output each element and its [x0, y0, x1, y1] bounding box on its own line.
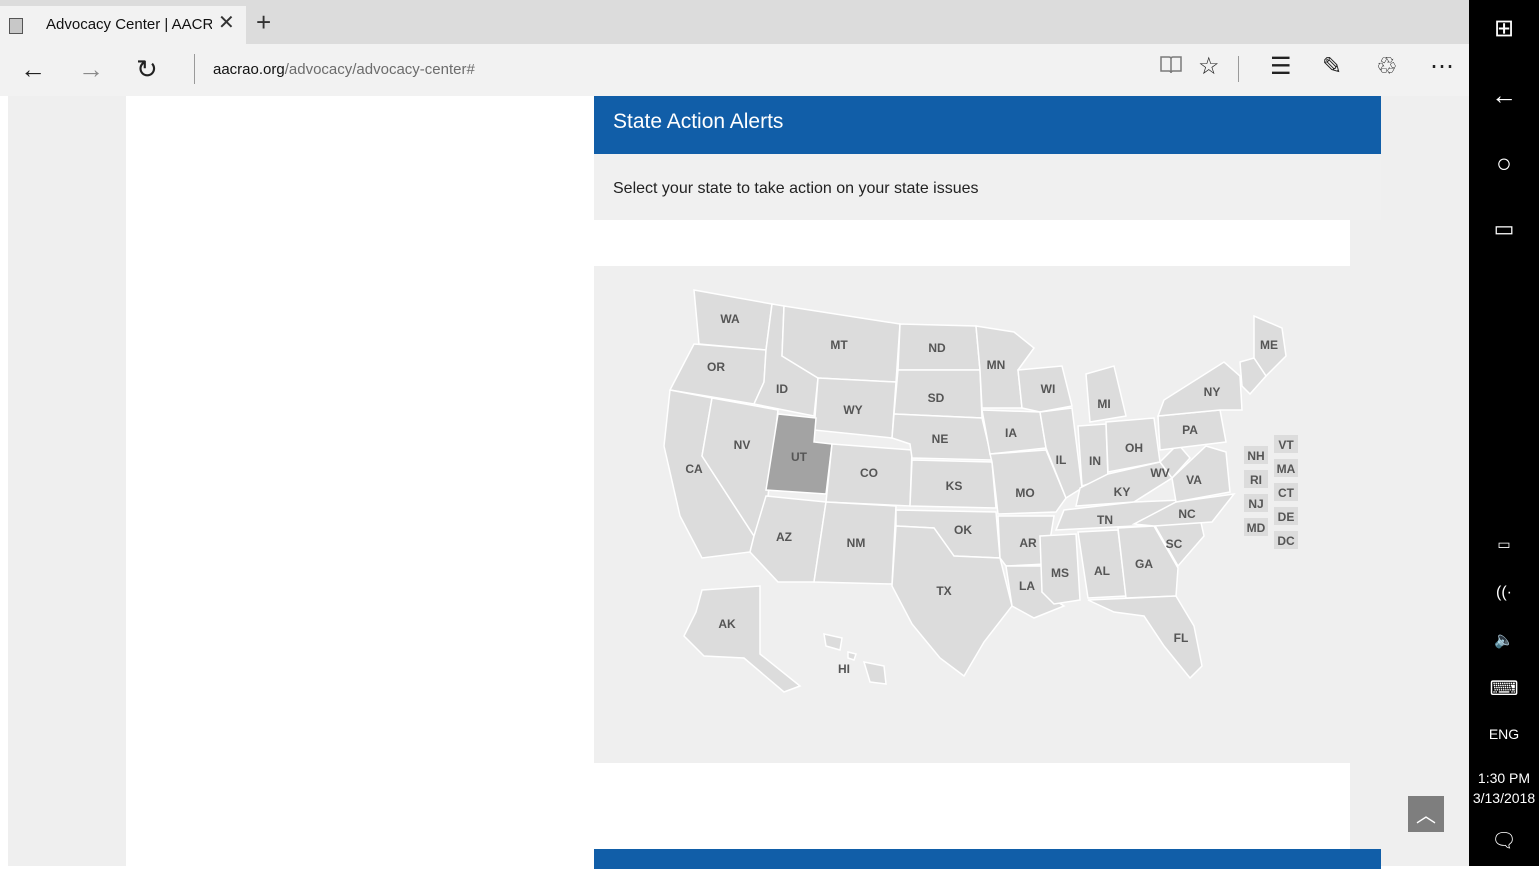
- cortana-icon[interactable]: ○: [1469, 148, 1539, 179]
- label-OK: OK: [954, 523, 972, 537]
- url-path: /advocacy/advocacy-center#: [284, 61, 475, 78]
- web-note-icon[interactable]: ✎: [1322, 52, 1342, 82]
- keyboard-icon[interactable]: ⌨: [1469, 676, 1539, 701]
- label-AK: AK: [718, 617, 736, 631]
- refresh-icon[interactable]: ↻: [136, 54, 158, 84]
- address-bar: ← → ↻ aacrao.org/advocacy/advocacy-cente…: [0, 44, 1469, 96]
- reading-view-icon[interactable]: [1158, 52, 1184, 86]
- browser-tab[interactable]: Advocacy Center | AACRAO ✕: [0, 6, 246, 44]
- address-divider: [194, 54, 195, 84]
- state-action-alerts-header: State Action Alerts: [594, 96, 1381, 154]
- label-IN: IN: [1089, 454, 1101, 468]
- label-LA: LA: [1019, 579, 1035, 593]
- label-NJ: NJ: [1248, 497, 1263, 511]
- label-MT: MT: [830, 338, 848, 352]
- hub-icon[interactable]: ☰: [1270, 52, 1292, 82]
- language-indicator[interactable]: ENG: [1469, 726, 1539, 742]
- battery-icon[interactable]: ▭: [1469, 536, 1539, 553]
- label-NC: NC: [1178, 507, 1196, 521]
- label-VT: VT: [1278, 438, 1294, 452]
- label-WY: WY: [843, 403, 862, 417]
- favorite-star-icon[interactable]: ☆: [1198, 52, 1220, 82]
- label-DE: DE: [1278, 510, 1295, 524]
- label-MD: MD: [1247, 521, 1266, 535]
- us-state-map: WA OR CA ID NV MT WY UT CO AZ NM ND SD N…: [594, 266, 1381, 763]
- more-icon[interactable]: ⋯: [1430, 52, 1454, 82]
- label-NY: NY: [1204, 385, 1221, 399]
- label-OR: OR: [707, 360, 725, 374]
- tab-title: Advocacy Center | AACRAO: [46, 16, 212, 33]
- label-ID: ID: [776, 382, 788, 396]
- label-AZ: AZ: [776, 530, 792, 544]
- label-TN: TN: [1097, 513, 1113, 527]
- volume-icon[interactable]: 🔈: [1469, 630, 1539, 650]
- share-icon[interactable]: ♲: [1376, 52, 1398, 82]
- label-WA: WA: [720, 312, 740, 326]
- back-arrow-icon[interactable]: ←: [20, 54, 46, 84]
- next-section-header: [594, 849, 1381, 869]
- page-viewport: State Action Alerts Select your state to…: [8, 96, 1469, 869]
- label-PA: PA: [1182, 423, 1198, 437]
- toolbar-divider: [1238, 56, 1239, 82]
- alert-description-box: Select your state to take action on your…: [594, 154, 1381, 220]
- label-AL: AL: [1094, 564, 1110, 578]
- label-CA: CA: [685, 462, 703, 476]
- label-VA: VA: [1186, 473, 1202, 487]
- label-UT: UT: [791, 450, 808, 464]
- wifi-icon[interactable]: ((·: [1469, 584, 1539, 602]
- label-SC: SC: [1166, 537, 1183, 551]
- action-center-icon[interactable]: 🗨: [1469, 828, 1539, 853]
- content-column: State Action Alerts Select your state to…: [126, 96, 1381, 869]
- label-MN: MN: [987, 358, 1006, 372]
- site-favicon-icon: [9, 18, 23, 34]
- alert-description: Select your state to take action on your…: [613, 180, 979, 197]
- label-IA: IA: [1005, 426, 1017, 440]
- label-KS: KS: [946, 479, 963, 493]
- label-TX: TX: [936, 584, 951, 598]
- label-MS: MS: [1051, 566, 1069, 580]
- section-title: State Action Alerts: [613, 110, 784, 133]
- state-NY[interactable]: [1156, 361, 1243, 417]
- task-view-icon[interactable]: ▭: [1469, 216, 1539, 242]
- label-RI: RI: [1250, 473, 1262, 487]
- tab-bar: Advocacy Center | AACRAO ✕ +: [0, 0, 1469, 48]
- back-icon[interactable]: ←: [1469, 80, 1539, 111]
- label-ME: ME: [1260, 338, 1278, 352]
- label-MI: MI: [1097, 397, 1110, 411]
- label-SD: SD: [928, 391, 945, 405]
- url-domain: aacrao.org: [213, 61, 285, 78]
- label-DC: DC: [1277, 534, 1295, 548]
- start-icon[interactable]: ⊞: [1469, 14, 1539, 43]
- label-NE: NE: [932, 432, 949, 446]
- clock-date[interactable]: 3/13/2018: [1469, 790, 1539, 806]
- label-ND: ND: [928, 341, 946, 355]
- scroll-to-top-button[interactable]: ︿: [1408, 796, 1444, 832]
- label-NH: NH: [1247, 449, 1264, 463]
- clock-time[interactable]: 1:30 PM: [1469, 770, 1539, 786]
- label-NV: NV: [734, 438, 751, 452]
- label-WV: WV: [1150, 466, 1169, 480]
- close-tab-icon[interactable]: ✕: [218, 13, 235, 33]
- label-MO: MO: [1015, 486, 1034, 500]
- url-field[interactable]: aacrao.org/advocacy/advocacy-center#: [213, 61, 475, 78]
- state-AK[interactable]: [683, 585, 802, 693]
- label-MA: MA: [1277, 462, 1296, 476]
- label-HI: HI: [838, 662, 850, 676]
- label-KY: KY: [1114, 485, 1131, 499]
- windows-taskbar: ⊞ ← ○ ▭ ▭ ((· 🔈 ⌨ ENG 1:30 PM 3/13/2018 …: [1469, 0, 1539, 866]
- label-AR: AR: [1019, 536, 1037, 550]
- label-WI: WI: [1041, 382, 1056, 396]
- label-IL: IL: [1056, 453, 1067, 467]
- label-GA: GA: [1135, 557, 1153, 571]
- new-tab-icon[interactable]: +: [256, 8, 271, 36]
- state-MI[interactable]: [1085, 365, 1127, 423]
- label-CT: CT: [1278, 486, 1295, 500]
- label-CO: CO: [860, 466, 878, 480]
- label-OH: OH: [1125, 441, 1143, 455]
- label-FL: FL: [1174, 631, 1189, 645]
- state-HI[interactable]: [823, 633, 887, 685]
- label-NM: NM: [847, 536, 866, 550]
- forward-arrow-icon[interactable]: →: [78, 54, 104, 84]
